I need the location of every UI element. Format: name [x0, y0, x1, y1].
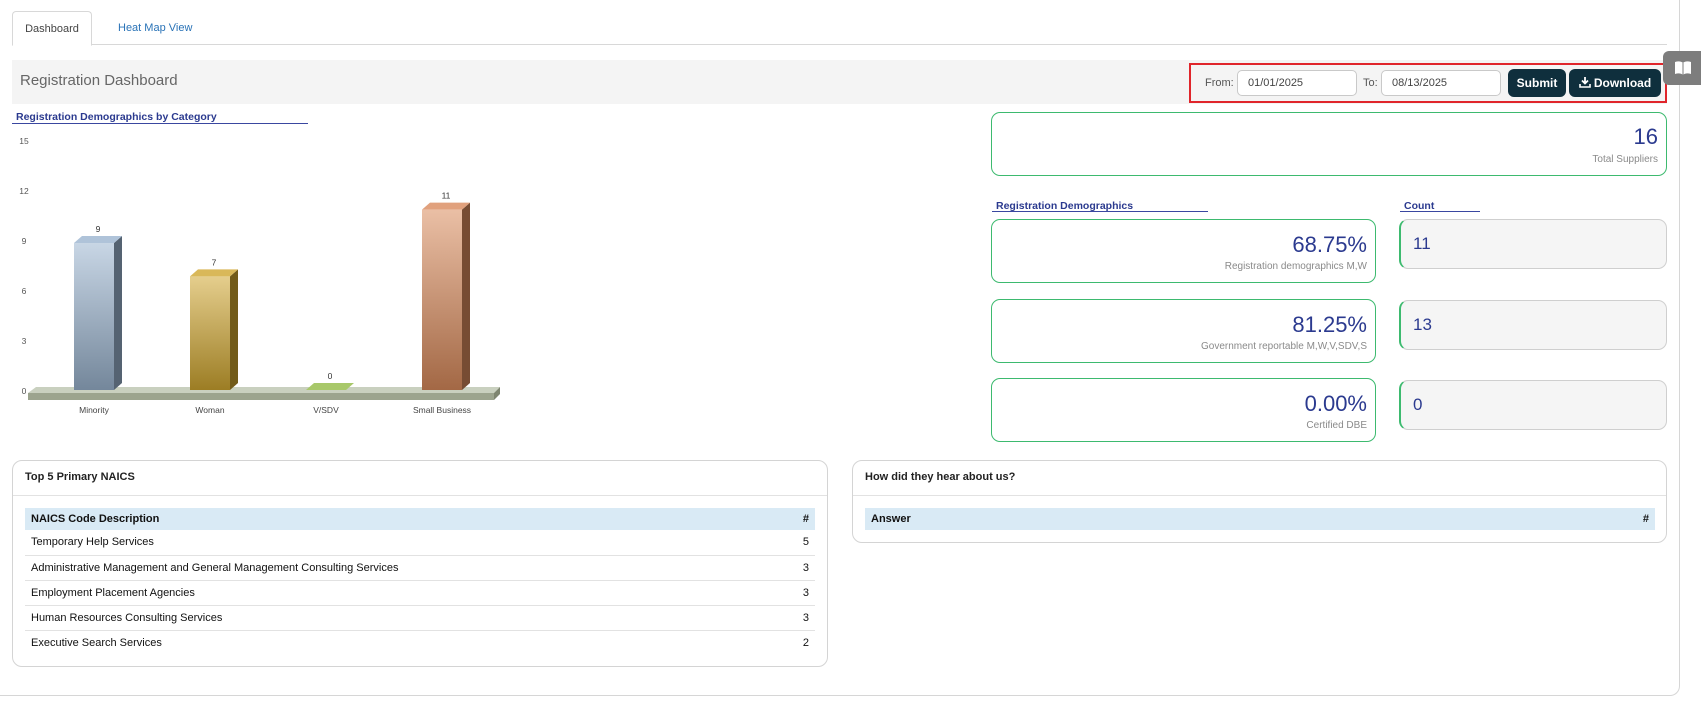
demographics-bar-chart: 0 3 6 9 12 15 9 Minority 7 Woman 0 V/SDV 11 Small Bus…	[19, 136, 500, 415]
chart-floor-front	[28, 393, 494, 400]
bar-side	[114, 236, 122, 390]
to-date-input[interactable]	[1381, 70, 1501, 96]
data-label: 9	[96, 224, 101, 234]
stat-value: 81.25%	[1292, 312, 1367, 337]
tab-heat-map-view[interactable]: Heat Map View	[106, 11, 204, 45]
count-card: 13	[1399, 300, 1667, 350]
y-tick-label: 6	[22, 286, 27, 296]
table-row: Executive Search Services 2	[25, 630, 815, 655]
data-label: 11	[442, 191, 451, 201]
stat-card: 81.25% Government reportable M,W,V,SDV,S	[991, 299, 1376, 363]
table-cell: 5	[775, 530, 815, 556]
table-cell: Administrative Management and General Ma…	[25, 555, 775, 581]
bar-top	[190, 269, 238, 277]
from-label: From:	[1205, 77, 1234, 89]
total-suppliers-card: 16 Total Suppliers	[991, 112, 1667, 176]
side-panel-toggle[interactable]	[1663, 51, 1701, 85]
data-label: 7	[212, 257, 217, 267]
card-divider	[853, 495, 1666, 496]
data-label: 0	[328, 371, 333, 381]
count-value: 0	[1413, 395, 1423, 414]
table-cell: 3	[775, 580, 815, 606]
bar-side	[462, 202, 470, 390]
card-divider	[13, 495, 827, 496]
y-tick-label: 3	[22, 336, 27, 346]
x-tick-label: Small Business	[413, 405, 471, 415]
x-tick-label: Minority	[79, 405, 110, 415]
column-header: #	[1615, 508, 1655, 530]
stat-label: Certified DBE	[1306, 420, 1367, 431]
x-tick-label: Woman	[195, 405, 224, 415]
book-icon	[1675, 61, 1691, 75]
bar	[306, 383, 354, 390]
count-card: 0	[1399, 380, 1667, 430]
total-suppliers-value: 16	[1633, 124, 1658, 149]
bar	[74, 243, 114, 390]
naics-table: NAICS Code Description # Temporary Help …	[25, 508, 815, 655]
total-suppliers-label: Total Suppliers	[1592, 154, 1658, 165]
count-value: 11	[1413, 234, 1431, 253]
tab-bar: Dashboard Heat Map View	[12, 11, 1667, 46]
date-filter-box: From: To: Submit Download	[1189, 63, 1667, 103]
tab-dashboard[interactable]: Dashboard	[12, 11, 92, 46]
demographics-heading-underline	[992, 211, 1208, 212]
chart-title-underline	[12, 123, 308, 124]
bar-side	[230, 269, 238, 390]
hear-table: Answer #	[865, 508, 1655, 530]
column-header: Answer	[865, 508, 1615, 530]
table-cell: 3	[775, 605, 815, 631]
dashboard-panel: Dashboard Heat Map View Registration Das…	[0, 0, 1680, 696]
table-cell: Human Resources Consulting Services	[25, 605, 775, 631]
table-row: Employment Placement Agencies 3	[25, 580, 815, 606]
table-cell: 3	[775, 555, 815, 581]
naics-card-title: Top 5 Primary NAICS	[25, 471, 135, 483]
stat-label: Registration demographics M,W	[1224, 261, 1367, 272]
naics-card: Top 5 Primary NAICS NAICS Code Descripti…	[12, 460, 828, 667]
column-header: #	[775, 508, 815, 530]
stat-card: 68.75% Registration demographics M,W	[991, 219, 1376, 283]
stat-value: 0.00%	[1304, 391, 1367, 416]
y-tick-label: 9	[22, 236, 27, 246]
y-tick-label: 0	[22, 386, 27, 396]
table-header-row: NAICS Code Description #	[25, 508, 815, 530]
table-row: Temporary Help Services 5	[25, 530, 815, 556]
bar-top	[422, 202, 470, 210]
column-header: NAICS Code Description	[25, 508, 775, 530]
bar-top	[74, 236, 122, 243]
download-button[interactable]: Download	[1569, 69, 1661, 97]
stat-label: Government reportable M,W,V,SDV,S	[1200, 341, 1367, 352]
bar	[190, 276, 230, 390]
chart-title: Registration Demographics by Category	[16, 111, 217, 123]
download-icon	[1579, 77, 1591, 88]
page-title: Registration Dashboard	[20, 72, 178, 89]
y-tick-label: 12	[19, 186, 29, 196]
table-cell: 2	[802, 636, 809, 649]
stat-card: 0.00% Certified DBE	[991, 378, 1376, 442]
count-heading-underline	[1400, 211, 1480, 212]
bar	[422, 209, 462, 390]
download-label: Download	[1593, 76, 1652, 90]
table-cell: Temporary Help Services	[25, 530, 775, 556]
hear-card-title: How did they hear about us?	[865, 471, 1016, 483]
submit-button[interactable]: Submit	[1508, 69, 1566, 97]
to-label: To:	[1363, 77, 1378, 89]
table-cell: Executive Search Services	[31, 636, 162, 649]
stat-value: 68.75%	[1292, 232, 1367, 257]
from-date-input[interactable]	[1237, 70, 1357, 96]
x-tick-label: V/SDV	[313, 405, 339, 415]
table-row: Administrative Management and General Ma…	[25, 555, 815, 581]
count-card: 11	[1399, 219, 1667, 269]
table-row: Human Resources Consulting Services 3	[25, 605, 815, 631]
table-cell: Employment Placement Agencies	[25, 580, 775, 606]
count-value: 13	[1413, 315, 1432, 334]
y-tick-label: 15	[19, 136, 29, 146]
table-header-row: Answer #	[865, 508, 1655, 530]
hear-about-us-card: How did they hear about us? Answer #	[852, 460, 1667, 543]
